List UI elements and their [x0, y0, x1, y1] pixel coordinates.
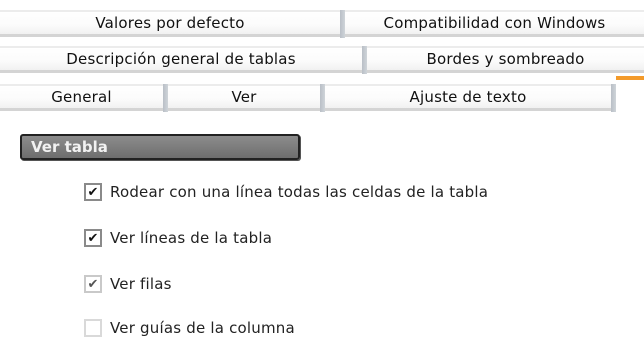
tab-defaults[interactable]: Valores por defecto: [0, 10, 340, 37]
option-row[interactable]: ✔ Ver filas: [84, 272, 172, 296]
option-label: Ver líneas de la tabla: [110, 229, 273, 247]
tab-general[interactable]: General: [0, 84, 163, 111]
table-options-dialog: Valores por defecto Compatibilidad con W…: [0, 0, 644, 361]
option-label: Ver guías de la columna: [110, 319, 295, 337]
tab-table-overview[interactable]: Descripción general de tablas: [0, 46, 362, 73]
tab-row-1: Valores por defecto Compatibilidad con W…: [0, 10, 644, 38]
tab-row-2: Descripción general de tablas Bordes y s…: [0, 46, 644, 74]
option-row[interactable]: Ver guías de la columna: [84, 316, 295, 340]
tab-label: Compatibilidad con Windows: [383, 14, 606, 32]
option-label: Rodear con una línea todas las celdas de…: [110, 183, 489, 201]
option-row[interactable]: ✔ Ver líneas de la tabla: [84, 226, 272, 250]
tab-label: Descripción general de tablas: [66, 50, 296, 68]
checkbox[interactable]: ✔: [84, 275, 102, 293]
tab-view[interactable]: Ver: [168, 84, 320, 111]
tab-row-3: General Ver Ajuste de texto: [0, 84, 644, 112]
tab-borders-shading[interactable]: Bordes y sombreado: [367, 46, 644, 73]
tab-label: Ver: [231, 88, 257, 106]
tab-label: Bordes y sombreado: [426, 50, 585, 68]
option-row[interactable]: ✔ Rodear con una línea todas las celdas …: [84, 180, 488, 204]
active-tab-accent: [616, 76, 644, 80]
checkbox[interactable]: ✔: [84, 229, 102, 247]
tab-windows-compat[interactable]: Compatibilidad con Windows: [345, 10, 644, 37]
section-title: Ver tabla: [20, 134, 300, 160]
option-label: Ver filas: [110, 275, 172, 293]
tab-label: Ajuste de texto: [409, 88, 527, 106]
checkbox[interactable]: [84, 319, 102, 337]
tab-text-wrap[interactable]: Ajuste de texto: [325, 84, 611, 111]
tab-separator: [611, 84, 616, 112]
tab-label: Valores por defecto: [95, 14, 245, 32]
tab-label: General: [51, 88, 112, 106]
checkbox[interactable]: ✔: [84, 183, 102, 201]
